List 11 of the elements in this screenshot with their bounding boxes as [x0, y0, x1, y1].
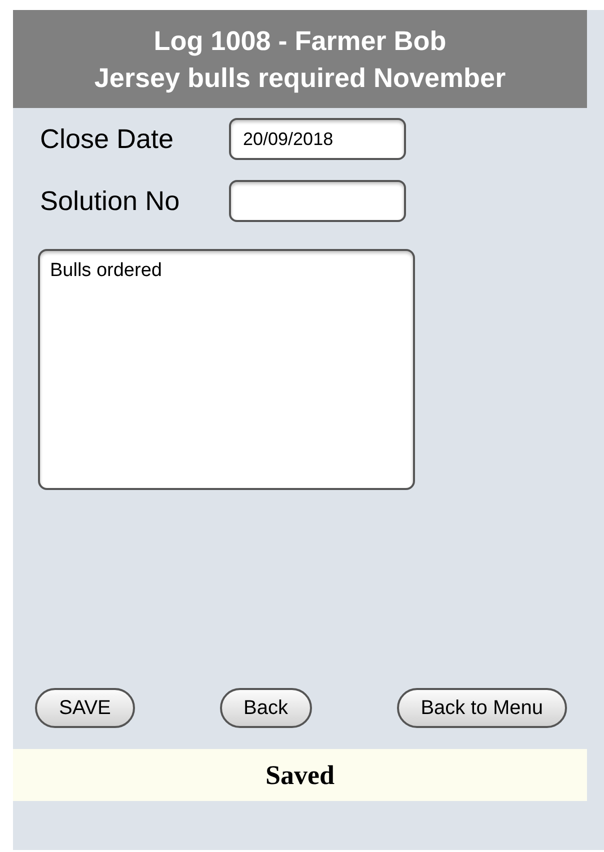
log-title: Log 1008 - Farmer Bob	[154, 25, 446, 58]
notes-field[interactable]: Bulls ordered	[38, 249, 415, 490]
input-field[interactable]: 20/09/2018	[229, 118, 406, 160]
action-button[interactable]: Back to Menu	[396, 688, 567, 728]
log-subtitle: Jersey bulls required November	[94, 62, 506, 95]
action-button[interactable]: SAVE	[35, 688, 135, 728]
status-message: Saved	[265, 760, 335, 790]
action-button[interactable]: Back	[220, 688, 312, 728]
input-field[interactable]	[229, 180, 406, 222]
field-label: Solution No	[40, 186, 181, 216]
field-label: Close Date	[40, 124, 175, 154]
